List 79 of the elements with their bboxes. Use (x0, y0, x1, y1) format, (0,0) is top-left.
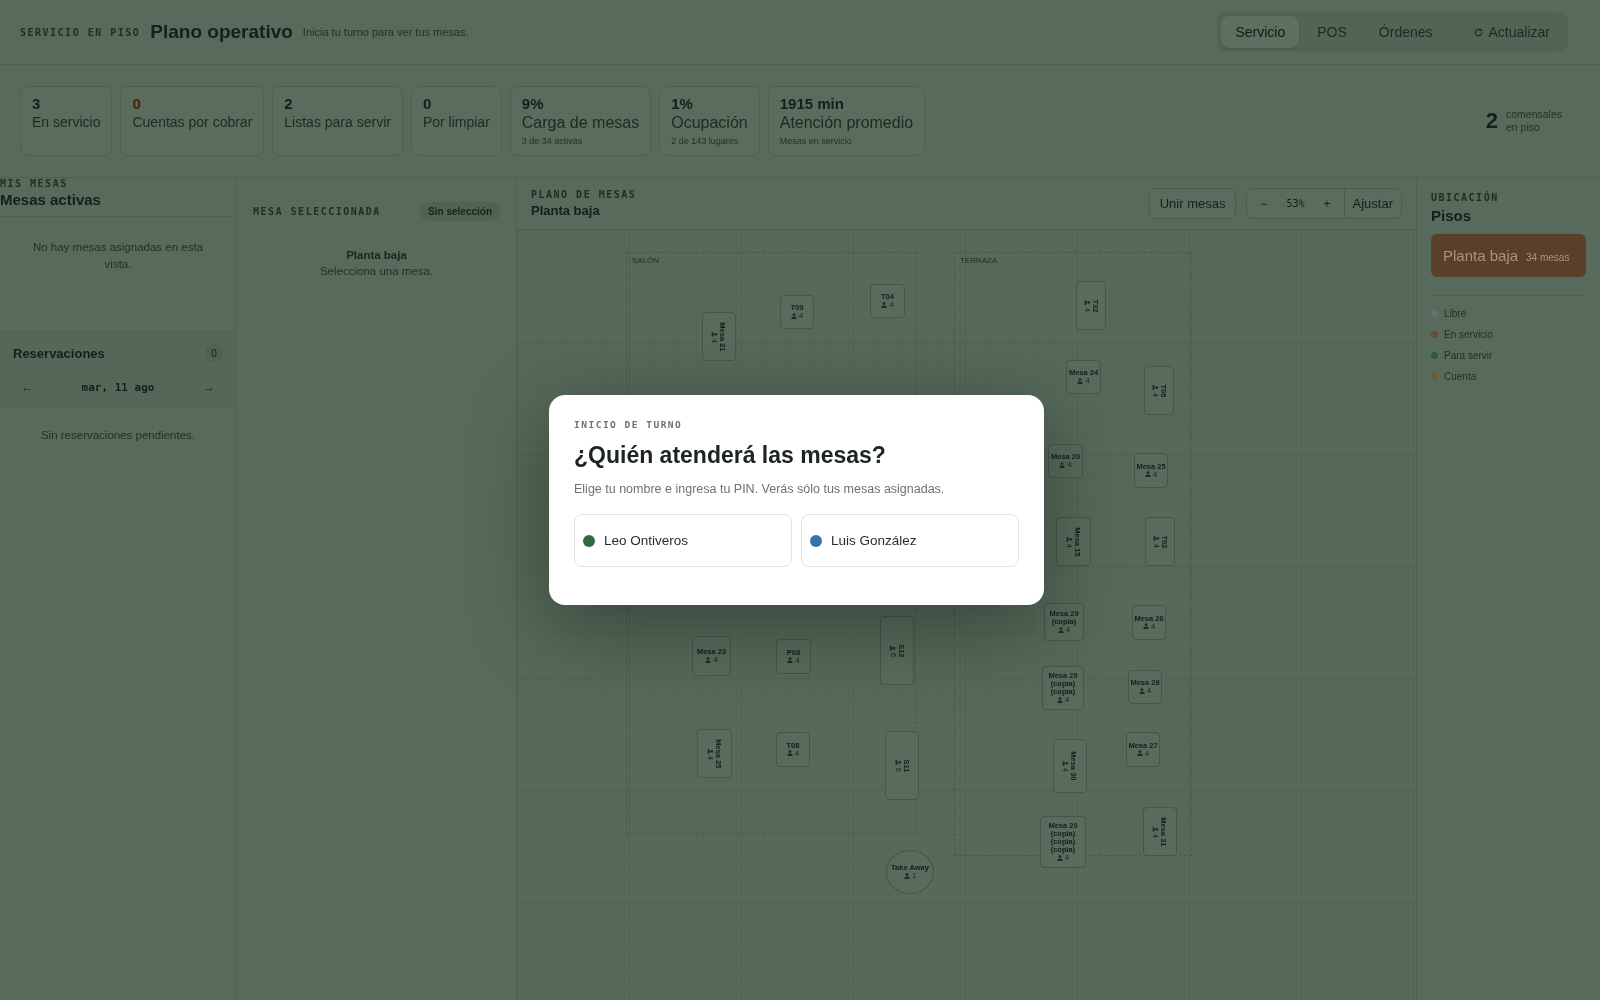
refresh-button[interactable]: Actualizar (1458, 16, 1564, 48)
person-icon (787, 657, 794, 664)
stat-label: Listas para servir (284, 114, 391, 130)
zone-label: TERRAZA (960, 256, 998, 265)
dialog-eyebrow: INICIO DE TURNO (574, 419, 684, 430)
nav-tab[interactable]: POS (1303, 16, 1361, 48)
plan-title: Planta baja (531, 203, 601, 218)
person-icon (1056, 854, 1063, 861)
person-icon (707, 747, 714, 754)
stat-label: Carga de mesas (521, 114, 640, 132)
person-icon (1142, 623, 1149, 630)
dialog-title: ¿Quién atenderá las mesas? (574, 442, 887, 469)
person-icon (890, 644, 897, 651)
selection-hint: Selecciona una mesa. (319, 264, 434, 279)
person-icon (790, 312, 797, 319)
person-icon (1153, 825, 1160, 832)
stat-label: En servicio (32, 114, 101, 130)
stat-label: Atención promedio (779, 114, 914, 132)
next-day-button[interactable]: → (195, 378, 223, 396)
section-eyebrow: PLANO DE MESAS (531, 189, 637, 200)
empty-message: Sin reservaciones pendientes. (39, 428, 197, 443)
stat-label: Por limpiar (422, 114, 490, 130)
person-icon (1059, 461, 1066, 468)
legend-label: En servicio (1444, 329, 1493, 340)
floor-button[interactable]: Planta baja 34 mesas (1431, 234, 1586, 277)
person-icon (1066, 535, 1073, 542)
person-icon (786, 750, 793, 757)
person-icon (1144, 471, 1151, 478)
person-icon (1077, 377, 1084, 384)
nav-tab[interactable]: Órdenes (1364, 16, 1447, 48)
section-eyebrow: MESA SELECCIONADA (253, 206, 381, 217)
stat-label: Ocupación (671, 114, 748, 132)
section-eyebrow: SERVICIO EN PISO (20, 26, 141, 38)
person-icon (895, 759, 902, 766)
person-icon (1084, 299, 1091, 306)
page-title: Plano operativo (150, 21, 293, 43)
person-icon (1056, 696, 1063, 703)
person-icon (705, 656, 712, 663)
section-eyebrow: UBICACIÓN (1431, 192, 1500, 203)
person-icon (712, 330, 719, 337)
panel-title: Mesas activas (0, 191, 102, 208)
stat-value: 1% (671, 95, 694, 112)
reservations-title: Reservaciones (13, 345, 105, 361)
person-icon (1153, 535, 1160, 542)
person-icon (1138, 687, 1145, 694)
person-icon (881, 301, 888, 308)
stat-value: 2 (284, 95, 294, 112)
person-icon (1136, 750, 1143, 757)
legend-label: Para servir (1444, 350, 1493, 361)
person-icon (1063, 759, 1070, 766)
diners-count: 2 (1485, 108, 1498, 134)
selection-badge: Sin selección (420, 202, 500, 221)
legend-label: Libre (1444, 308, 1467, 319)
staff-button[interactable]: Leo Ontiveros (574, 514, 792, 567)
date-label: mar, 11 ago (81, 380, 155, 394)
legend-label: Cuenta (1444, 371, 1477, 382)
stat-value: 0 (422, 95, 433, 112)
refresh-icon (1472, 26, 1484, 38)
zoom-level: 53% (1285, 198, 1306, 209)
person-icon (1152, 384, 1159, 391)
stat-value: 0 (132, 95, 142, 112)
person-icon (1057, 626, 1064, 633)
dialog-text: Elige tu nombre e ingresa tu PIN. Verás sólo tus mesas asignadas. (574, 482, 946, 496)
zone-label: SALÓN (632, 256, 660, 265)
stat-value: 1915 min (779, 95, 845, 112)
zoom-in-button[interactable]: + (1310, 189, 1344, 218)
stat-value: 3 (32, 95, 42, 112)
person-icon (903, 872, 910, 879)
previous-day-button[interactable]: ← (13, 378, 41, 396)
floor-name: Planta baja (346, 249, 407, 261)
fit-button[interactable]: Ajustar (1343, 189, 1401, 218)
zoom-out-button[interactable]: − (1247, 189, 1281, 218)
section-eyebrow: MIS MESAS (0, 178, 69, 189)
stat-value: 9% (521, 95, 545, 112)
panel-title: Pisos (1431, 207, 1473, 224)
nav-tab[interactable]: Servicio (1221, 16, 1300, 48)
stat-label: Cuentas por cobrar (132, 114, 253, 130)
staff-button[interactable]: Luis González (801, 514, 1019, 567)
join-tables-button[interactable]: Unir mesas (1148, 188, 1237, 219)
